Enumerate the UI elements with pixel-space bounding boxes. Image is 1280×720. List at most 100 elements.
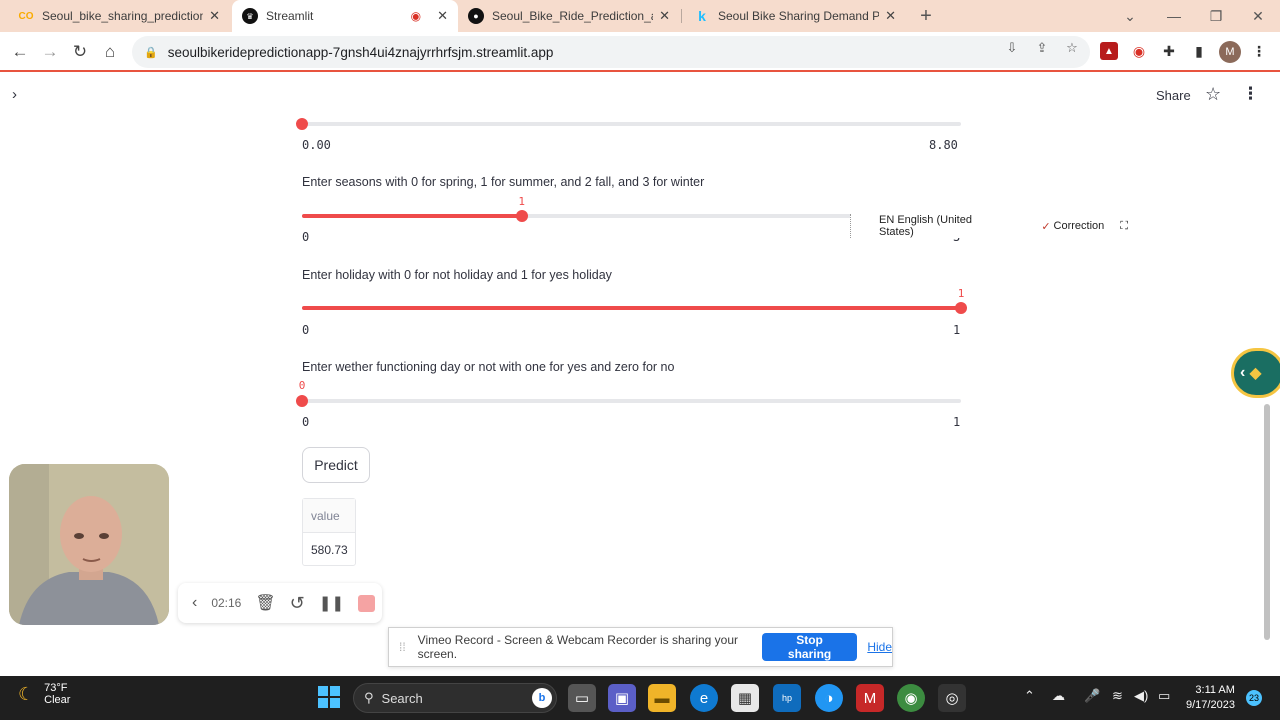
system-clock[interactable]: 3:11 AM 9/17/2023 — [1186, 683, 1235, 713]
app-menu-icon[interactable]: ⋮ — [1242, 84, 1259, 104]
share-button[interactable]: Share — [1156, 88, 1191, 103]
functioning-day-min-label: 0 — [302, 415, 310, 429]
extension-icon[interactable]: ▲ — [1100, 42, 1118, 60]
python-icon[interactable]: ◑ — [815, 684, 843, 712]
new-tab-icon[interactable]: + — [906, 0, 946, 32]
restart-icon[interactable]: ↺ — [290, 593, 305, 614]
seasons-min-label: 0 — [302, 230, 310, 244]
pause-icon[interactable]: ❚❚ — [319, 594, 344, 612]
taskbar-search[interactable]: ⚲ Search b — [353, 683, 557, 713]
search-icon: ⚲ — [364, 690, 374, 705]
functioning-day-max-label: 1 — [953, 415, 961, 429]
predict-button[interactable]: Predict — [302, 447, 370, 483]
stop-sharing-button[interactable]: Stop sharing — [761, 633, 858, 661]
tab-close-icon[interactable]: ✕ — [885, 8, 896, 24]
volume-icon[interactable]: ◀) — [1134, 688, 1148, 704]
install-icon[interactable]: ⇩ — [1004, 40, 1020, 56]
file-explorer-icon[interactable]: ▬ — [648, 684, 676, 712]
url-text: seoulbikeridepredictionapp-7gnsh4ui4znaj… — [167, 44, 554, 60]
floating-extension-widget[interactable]: ‹ ◆ — [1231, 348, 1280, 398]
holiday-label: Enter holiday with 0 for not holiday and… — [302, 268, 612, 282]
seasons-value-label: 1 — [518, 195, 525, 208]
restore-icon[interactable]: ❐ — [1196, 0, 1236, 32]
record-extension-icon[interactable]: ◉ — [1130, 42, 1148, 60]
profile-avatar[interactable]: M — [1219, 41, 1241, 63]
seasons-slider-thumb[interactable] — [515, 210, 528, 222]
browser-toolbar: ← → ↻ ⌂ 🔒 seoulbikeridepredictionapp-7gn… — [0, 32, 1280, 72]
store-icon[interactable]: ▦ — [731, 684, 759, 712]
functioning-day-value-label: 0 — [298, 379, 306, 392]
functioning-day-slider-thumb[interactable] — [296, 395, 308, 407]
chevron-left-icon[interactable]: ‹ — [192, 594, 197, 612]
holiday-slider[interactable] — [302, 302, 967, 314]
tab-kaggle[interactable]: k Seoul Bike Sharing Demand Pred ✕ — [684, 0, 906, 32]
holiday-min-label: 0 — [302, 323, 310, 337]
lock-icon: 🔒 — [144, 46, 158, 59]
microphone-icon[interactable]: 🎤 — [1084, 688, 1100, 704]
moon-icon: ☾ — [18, 683, 35, 704]
side-panel-icon[interactable]: ▮ — [1190, 42, 1208, 60]
onedrive-icon[interactable]: ☁ — [1052, 688, 1065, 704]
webcam-person-image — [9, 464, 169, 625]
slider-thumb[interactable] — [296, 118, 308, 130]
sharing-message: Vimeo Record - Screen & Webcam Recorder … — [417, 633, 739, 661]
correction-button[interactable]: ✓ Correction — [1041, 220, 1104, 233]
expand-icon[interactable]: ⛶ — [1120, 220, 1128, 233]
tab-close-icon[interactable]: ✕ — [209, 8, 220, 24]
stop-recording-button[interactable] — [357, 594, 375, 612]
holiday-slider-fill — [302, 306, 961, 310]
recording-icon: ◉ — [410, 9, 422, 23]
page-scrollbar[interactable] — [1264, 404, 1270, 640]
chevron-left-icon: ‹ — [1240, 364, 1246, 381]
mcafee-icon[interactable]: M — [856, 684, 884, 712]
star-icon[interactable]: ☆ — [1205, 84, 1221, 105]
slider-track-top[interactable] — [296, 118, 961, 130]
recorder-controls: ‹ 02:16 🗑 ↺ ❚❚ — [178, 583, 382, 623]
share-page-icon[interactable]: ⇪ — [1034, 40, 1050, 56]
result-column-header: value — [303, 499, 355, 533]
drag-handle-icon[interactable]: ⁞⁞ — [399, 640, 406, 654]
myhp-icon[interactable]: hp — [773, 684, 801, 712]
tab-colab[interactable]: CO Seoul_bike_sharing_prediction.ip ✕ — [8, 0, 230, 32]
home-icon[interactable]: ⌂ — [96, 38, 124, 66]
edge-icon[interactable]: e — [690, 684, 718, 712]
battery-icon[interactable]: ▭ — [1158, 688, 1170, 704]
start-button[interactable] — [318, 686, 340, 708]
functioning-day-slider[interactable] — [296, 395, 961, 407]
webcam-preview — [9, 464, 169, 625]
tab-close-icon[interactable]: ✕ — [659, 8, 670, 24]
holiday-slider-thumb[interactable] — [955, 302, 967, 314]
back-icon[interactable]: ← — [6, 38, 34, 66]
address-bar[interactable]: 🔒 seoulbikeridepredictionapp-7gnsh4ui4zn… — [132, 36, 1090, 68]
weather-widget[interactable]: ☾ 73°F Clear — [18, 682, 70, 706]
input-language[interactable]: EN English (United States) — [879, 214, 999, 238]
extensions-puzzle-icon[interactable]: ✚ — [1160, 42, 1178, 60]
chevron-right-icon[interactable]: › — [12, 86, 17, 103]
chrome-profile-icon[interactable]: ◉ — [897, 684, 925, 712]
notification-badge[interactable]: 23 — [1246, 690, 1262, 706]
task-view-icon[interactable]: ▭ — [568, 684, 596, 712]
tab-search-icon[interactable]: ⌄ — [1110, 0, 1150, 32]
colab-icon: CO — [18, 10, 34, 22]
tab-github[interactable]: ● Seoul_Bike_Ride_Prediction_app/ ✕ — [458, 0, 680, 32]
chrome-icon[interactable]: ◎ — [938, 684, 966, 712]
weather-condition: Clear — [44, 694, 71, 706]
streamlit-icon: ♛ — [242, 8, 258, 24]
reload-icon[interactable]: ↻ — [66, 38, 94, 66]
browser-tab-strip: CO Seoul_bike_sharing_prediction.ip ✕ ♛ … — [0, 0, 1280, 32]
tray-expand-icon[interactable]: ⌃ — [1024, 688, 1035, 704]
browser-menu-icon[interactable]: ⋮ — [1250, 42, 1268, 60]
tab-close-icon[interactable]: ✕ — [437, 8, 448, 24]
tab-separator — [681, 9, 682, 23]
hide-link[interactable]: Hide — [867, 640, 892, 654]
teams-icon[interactable]: ▣ — [608, 684, 636, 712]
minimize-icon[interactable]: — — [1154, 0, 1194, 32]
slider-max-label: 8.80 — [929, 138, 958, 152]
window-close-icon[interactable]: ✕ — [1238, 0, 1278, 32]
wifi-icon[interactable]: ≋ — [1112, 688, 1123, 704]
logo-icon: ◆ — [1249, 365, 1262, 382]
trash-icon[interactable]: 🗑 — [255, 593, 275, 613]
bookmark-star-icon[interactable]: ☆ — [1064, 40, 1080, 56]
tab-streamlit[interactable]: ♛ Streamlit ◉ ✕ — [232, 0, 458, 32]
forward-icon[interactable]: → — [36, 38, 64, 66]
